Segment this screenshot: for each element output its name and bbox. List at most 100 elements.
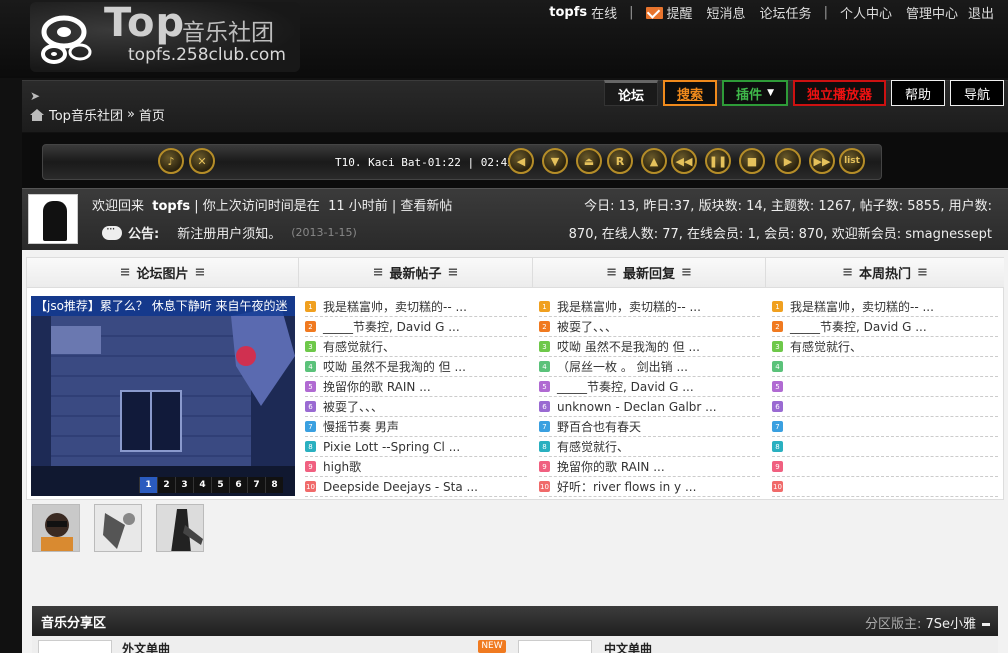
eject-icon[interactable]: ⏏ [576, 148, 602, 174]
list-item[interactable]: 7 野百合也有春天 [539, 417, 760, 437]
list-item[interactable]: 3 哎呦 虽然不是我淘的 但 ... [539, 337, 760, 357]
subforum-icon[interactable] [38, 640, 112, 653]
thumbnail[interactable] [156, 504, 204, 552]
avatar[interactable] [28, 194, 78, 244]
username-link[interactable]: topfs [549, 5, 587, 20]
pager-item[interactable]: 3 [175, 477, 193, 493]
list-item[interactable]: 2 被耍了、、、 [539, 317, 760, 337]
list-item[interactable]: 3 有感觉就行、 [772, 337, 998, 357]
reply-title[interactable]: 哎呦 虽然不是我淘的 但 ... [557, 338, 700, 355]
reply-title[interactable]: 我是糕富帅，卖切糕的-- ... [557, 298, 701, 315]
reply-title[interactable]: _____节奏控, David G ... [557, 378, 694, 395]
post-title[interactable]: Pixie Lott --Spring Cl ... [323, 440, 460, 454]
list-item[interactable]: 1 我是糕富帅，卖切糕的-- ... [305, 297, 527, 317]
list-item[interactable]: 1 我是糕富帅，卖切糕的-- ... [539, 297, 760, 317]
list-item[interactable]: 1 我是糕富帅，卖切糕的-- ... [772, 297, 998, 317]
list-item[interactable]: 6 unknown - Declan Galbr ... [539, 397, 760, 417]
pager-item[interactable]: 7 [247, 477, 265, 493]
pager-item[interactable]: 1 [139, 477, 157, 493]
reply-title[interactable]: 挽留你的歌 RAIN ... [557, 458, 665, 475]
list-item[interactable]: 9 挽留你的歌 RAIN ... [539, 457, 760, 477]
breadcrumb-current[interactable]: 首页 [139, 105, 165, 124]
up-icon[interactable]: ▲ [641, 148, 667, 174]
list-item[interactable]: 5 _____节奏控, David G ... [539, 377, 760, 397]
close-player-icon[interactable]: ✕ [189, 148, 215, 174]
online-status[interactable]: 在线 [591, 3, 617, 22]
post-title[interactable]: 有感觉就行、 [323, 338, 395, 355]
hot-title[interactable]: _____节奏控, David G ... [790, 318, 927, 335]
list-item[interactable]: 10 好听：river flows in y ... [539, 477, 760, 497]
list-item[interactable]: 5 挽留你的歌 RAIN ... [305, 377, 527, 397]
tab-help[interactable]: 帮助 [891, 80, 945, 106]
featured-picture[interactable]: 【jso推荐】累了么？ 休息下静听 来自午夜的迷 1 2 3 4 5 6 7 8 [31, 296, 295, 496]
list-item[interactable]: 8 Pixie Lott --Spring Cl ... [305, 437, 527, 457]
tasks-link[interactable]: 论坛任务 [760, 3, 812, 22]
breadcrumb-home[interactable]: Top音乐社团 [49, 105, 123, 124]
tab-plugins[interactable]: 插件 ▼ [722, 80, 788, 106]
list-item[interactable]: 9 high歌 [305, 457, 527, 477]
list-item[interactable]: 3 有感觉就行、 [305, 337, 527, 357]
rewind-icon[interactable]: ◀◀ [671, 148, 697, 174]
playlist-button[interactable]: list [839, 148, 865, 174]
remind-link[interactable]: 提醒 [645, 3, 693, 22]
list-item[interactable]: 2 _____节奏控, David G ... [772, 317, 998, 337]
hot-title[interactable]: 我是糕富帅，卖切糕的-- ... [790, 298, 934, 315]
pager-item[interactable]: 6 [229, 477, 247, 493]
reply-title[interactable]: 有感觉就行、 [557, 438, 629, 455]
tab-player[interactable]: 独立播放器 [792, 80, 886, 106]
home-icon[interactable] [30, 108, 44, 121]
thumbnail[interactable] [94, 504, 142, 552]
stop-icon[interactable]: ■ [739, 148, 765, 174]
hot-title[interactable]: 有感觉就行、 [790, 338, 862, 355]
reply-title[interactable]: unknown - Declan Galbr ... [557, 400, 717, 414]
reply-title[interactable]: 野百合也有春天 [557, 418, 641, 435]
subforum-title[interactable]: 中文单曲 [604, 640, 652, 653]
post-title[interactable]: 慢摇节奏 男声 [323, 418, 399, 435]
tab-forum[interactable]: 论坛 [604, 80, 659, 106]
welcome-username[interactable]: topfs [152, 199, 190, 214]
music-note-icon[interactable]: ♪ [158, 148, 184, 174]
messages-link[interactable]: 短消息 [707, 3, 746, 22]
pager-item[interactable]: 5 [211, 477, 229, 493]
play-icon[interactable]: ▶ [775, 148, 801, 174]
reply-title[interactable]: 被耍了、、、 [557, 318, 617, 335]
pager-item[interactable]: 4 [193, 477, 211, 493]
post-title[interactable]: 被耍了、、、 [323, 398, 383, 415]
pager-item[interactable]: 8 [265, 477, 283, 493]
post-title[interactable]: _____节奏控, David G ... [323, 318, 460, 335]
list-item[interactable]: 2 _____节奏控, David G ... [305, 317, 527, 337]
list-item[interactable]: 6 被耍了、、、 [305, 397, 527, 417]
site-logo[interactable]: Top 音乐社团 topfs.258club.com [30, 0, 300, 72]
logout-link[interactable]: 退出 [968, 3, 994, 22]
repeat-icon[interactable]: R [607, 148, 633, 174]
forward-icon[interactable]: ▶▶ [809, 148, 835, 174]
mod-name[interactable]: 7Se小雅 [925, 617, 976, 632]
subforum-title[interactable]: 外文单曲 [122, 640, 170, 653]
tab-search[interactable]: 搜索 [663, 80, 718, 106]
list-item[interactable]: 8 有感觉就行、 [539, 437, 760, 457]
list-item[interactable]: 10 Deepside Deejays - Sta ... [305, 477, 527, 497]
thumbnail[interactable] [32, 504, 80, 552]
admin-link[interactable]: 管理中心 [906, 3, 958, 22]
post-title[interactable]: 挽留你的歌 RAIN ... [323, 378, 431, 395]
post-title[interactable]: Deepside Deejays - Sta ... [323, 480, 478, 494]
post-title[interactable]: high歌 [323, 458, 361, 475]
list-item[interactable]: 4 哎呦 虽然不是我淘的 但 ... [305, 357, 527, 377]
post-title[interactable]: 哎呦 虽然不是我淘的 但 ... [323, 358, 466, 375]
volume-icon[interactable]: ◀ [508, 148, 534, 174]
list-item[interactable]: 7 慢摇节奏 男声 [305, 417, 527, 437]
post-title[interactable]: 我是糕富帅，卖切糕的-- ... [323, 298, 467, 315]
menu-down-icon[interactable]: ▼ [542, 148, 568, 174]
pause-icon[interactable]: ❚❚ [705, 148, 731, 174]
picture-caption[interactable]: 【jso推荐】累了么？ 休息下静听 来自午夜的迷 [31, 296, 295, 316]
profile-link[interactable]: 个人中心 [840, 3, 892, 22]
section-header-music-share[interactable]: 音乐分享区 分区版主: 7Se小雅 [32, 606, 998, 636]
pager-item[interactable]: 2 [157, 477, 175, 493]
reply-title[interactable]: （屌丝一枚 。 剑出销 ... [557, 358, 688, 375]
notice-link[interactable]: 新注册用户须知。 [177, 223, 281, 242]
view-new-posts-link[interactable]: | 查看新帖 [392, 199, 453, 214]
collapse-icon[interactable] [982, 623, 990, 626]
reply-title[interactable]: 好听：river flows in y ... [557, 478, 696, 495]
subforum-icon[interactable] [518, 640, 592, 653]
tab-guide[interactable]: 导航 [950, 80, 1004, 106]
